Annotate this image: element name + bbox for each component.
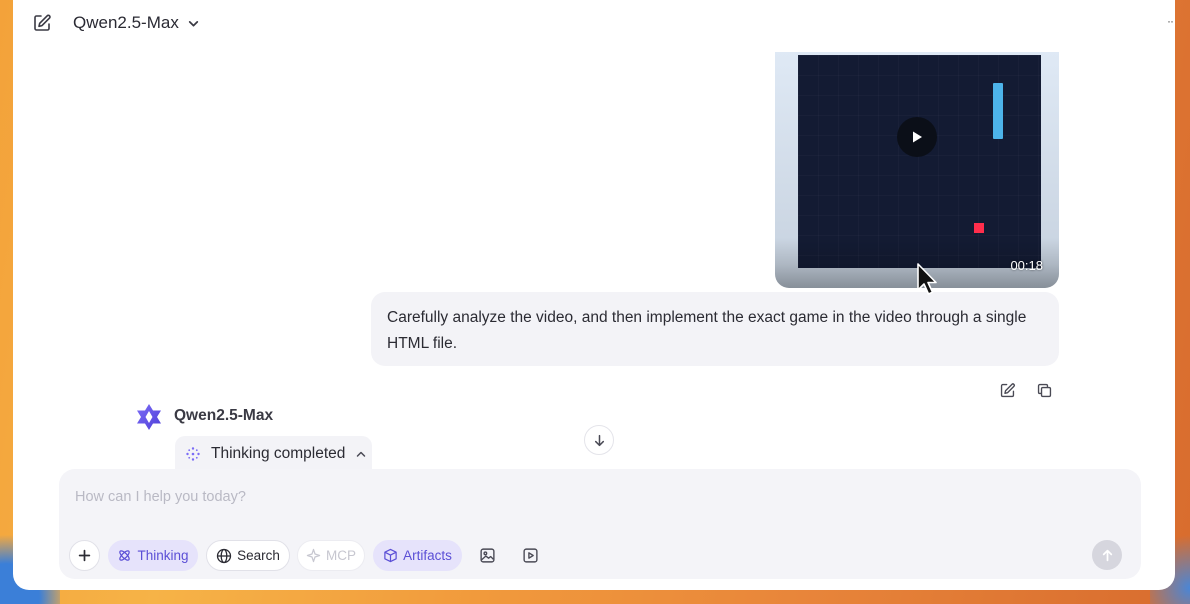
search-toggle-button[interactable]: Search: [206, 540, 290, 571]
plus-icon: [78, 549, 91, 562]
more-menu[interactable]: ··: [1167, 14, 1174, 28]
image-icon: [479, 547, 495, 563]
user-message-text: Carefully analyze the video, and then im…: [387, 309, 1027, 352]
video-icon: [522, 547, 538, 563]
edit-icon: [1000, 382, 1015, 397]
thinking-tool-label: Thinking: [137, 548, 189, 563]
sparkle-icon: [306, 548, 321, 563]
image-upload-button[interactable]: [477, 545, 497, 565]
arrow-up-icon: [1102, 549, 1112, 561]
thinking-atom-icon: [119, 550, 131, 561]
new-chat-button[interactable]: [31, 12, 53, 34]
video-attachment[interactable]: 00:18: [775, 52, 1059, 288]
top-bar: Qwen2.5-Max ··: [13, 0, 1175, 46]
chevron-down-icon: [188, 20, 198, 27]
play-button[interactable]: [897, 117, 937, 157]
artifacts-tool-label: Artifacts: [403, 548, 452, 563]
send-button[interactable]: [1092, 540, 1122, 570]
message-composer: Thinking Search MCP Artifacts: [59, 469, 1141, 579]
thinking-sparkle-icon: [186, 447, 200, 461]
message-input[interactable]: [73, 485, 1077, 509]
mcp-tool-label: MCP: [326, 548, 356, 563]
thinking-label: Thinking completed: [211, 445, 346, 462]
assistant-name: Qwen2.5-Max: [174, 407, 274, 424]
search-tool-label: Search: [237, 548, 280, 563]
thinking-toggle[interactable]: Thinking completed: [175, 436, 372, 472]
game-paddle: [993, 83, 1003, 139]
edit-message-button[interactable]: [997, 380, 1017, 400]
video-upload-button[interactable]: [520, 545, 540, 565]
globe-icon: [216, 548, 232, 563]
user-message-bubble: Carefully analyze the video, and then im…: [371, 292, 1059, 366]
model-selector[interactable]: Qwen2.5-Max: [73, 12, 200, 34]
model-name: Qwen2.5-Max: [73, 13, 179, 32]
copy-icon: [1037, 383, 1051, 397]
thinking-toggle-button[interactable]: Thinking: [108, 540, 198, 571]
qwen-logo-icon: [134, 402, 164, 432]
artifacts-toggle-button[interactable]: Artifacts: [373, 540, 462, 571]
chat-window: Qwen2.5-Max ·· 00:18 Carefully analyze t…: [13, 0, 1175, 590]
video-frame: [798, 55, 1041, 268]
add-attachment-button[interactable]: [69, 540, 100, 571]
video-duration: 00:18: [1010, 258, 1043, 273]
copy-message-button[interactable]: [1034, 380, 1054, 400]
chevron-up-icon: [357, 451, 366, 457]
scroll-to-bottom-button[interactable]: [584, 425, 614, 455]
arrow-down-icon: [594, 434, 604, 446]
game-ball: [974, 223, 984, 233]
mcp-toggle-button[interactable]: MCP: [297, 540, 365, 571]
play-icon: [913, 131, 922, 143]
cube-icon: [384, 548, 397, 563]
new-chat-edit-icon: [34, 14, 51, 31]
